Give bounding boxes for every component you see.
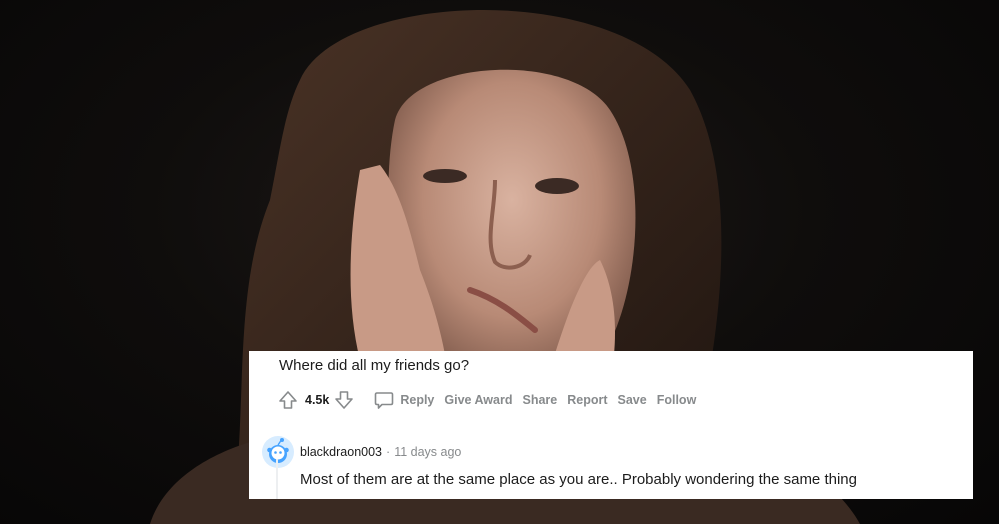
parent-comment-text: Where did all my friends go? bbox=[279, 357, 470, 374]
reply-button[interactable]: Reply bbox=[373, 389, 434, 411]
reply-label: Reply bbox=[400, 393, 435, 407]
report-button[interactable]: Report bbox=[567, 393, 607, 407]
give-award-button[interactable]: Give Award bbox=[444, 393, 512, 407]
thread-line[interactable] bbox=[276, 459, 278, 499]
reply-comment-header: blackdraon003 · 11 days ago bbox=[262, 435, 461, 469]
comment-username[interactable]: blackdraon003 bbox=[300, 445, 382, 459]
follow-button[interactable]: Follow bbox=[657, 393, 697, 407]
upvote-arrow-icon[interactable] bbox=[277, 389, 299, 411]
reddit-comment-card: Where did all my friends go? 4.5k Reply … bbox=[249, 351, 973, 499]
vote-score: 4.5k bbox=[305, 393, 330, 407]
comment-action-bar: 4.5k Reply Give Award Share Report Save … bbox=[277, 388, 696, 412]
share-button[interactable]: Share bbox=[522, 393, 557, 407]
snoo-avatar-icon[interactable] bbox=[262, 436, 294, 468]
meta-separator: · bbox=[386, 445, 391, 459]
comment-timestamp[interactable]: 11 days ago bbox=[394, 445, 461, 459]
comment-bubble-icon bbox=[373, 389, 395, 411]
save-button[interactable]: Save bbox=[618, 393, 647, 407]
downvote-arrow-icon[interactable] bbox=[333, 389, 355, 411]
reply-comment-text: Most of them are at the same place as yo… bbox=[300, 471, 857, 488]
screenshot-stage: Where did all my friends go? 4.5k Reply … bbox=[0, 0, 999, 524]
